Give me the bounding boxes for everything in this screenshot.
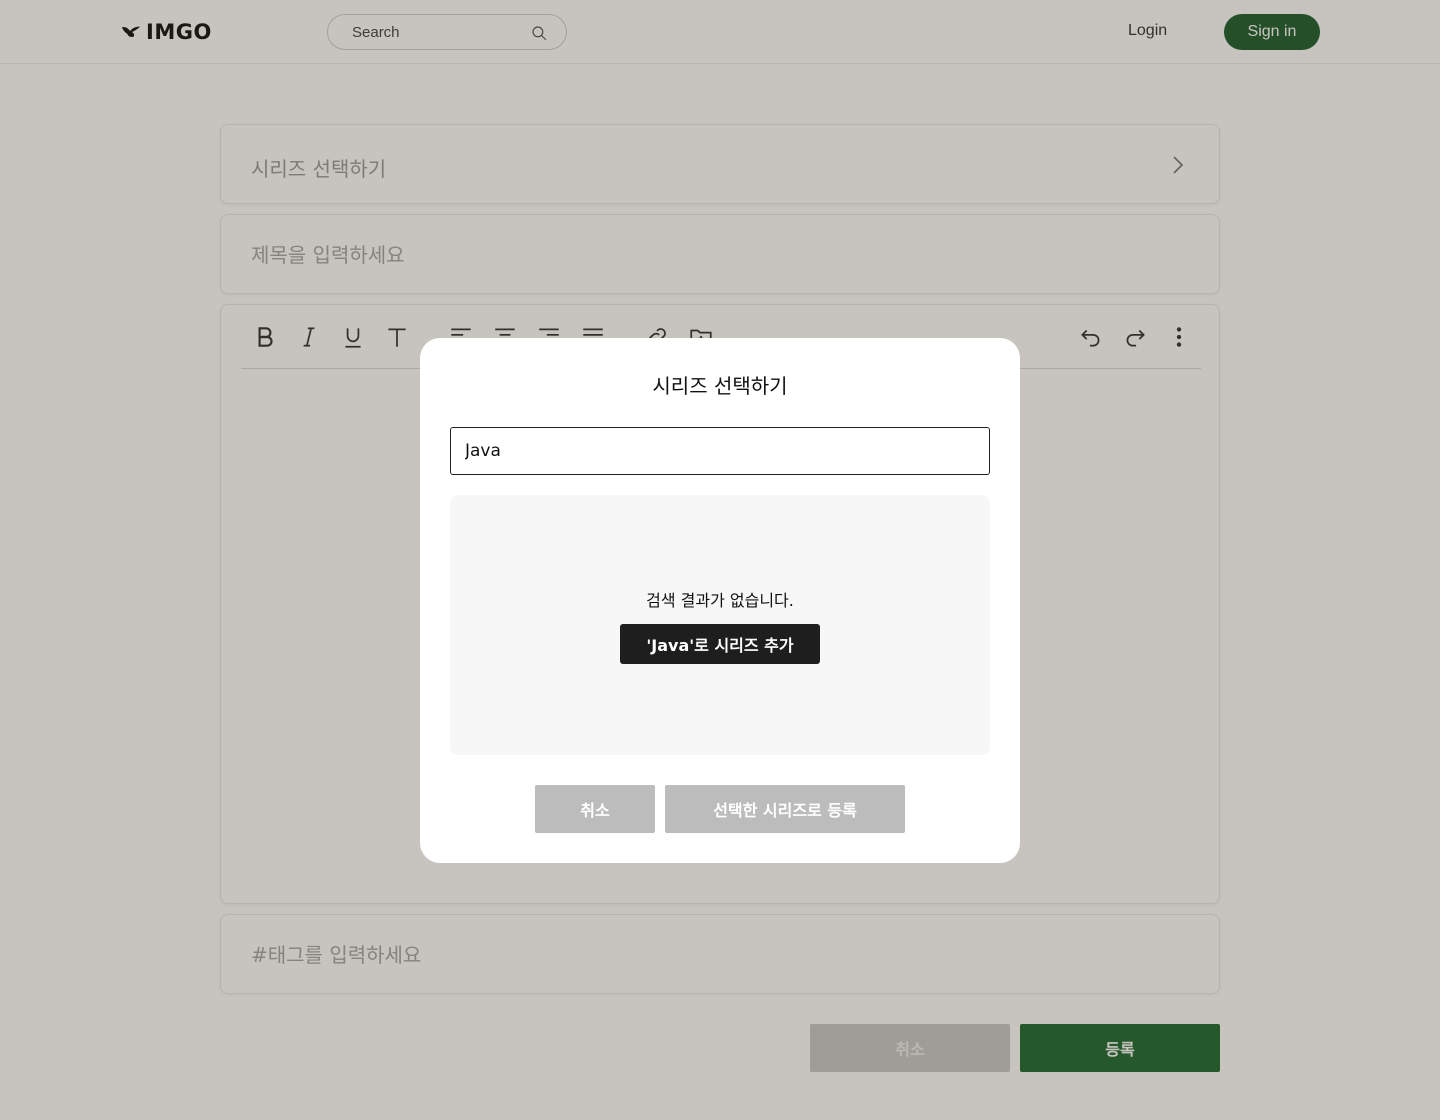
modal-title: 시리즈 선택하기 xyxy=(652,374,788,398)
search-results-panel: 검색 결과가 없습니다. 'Java'로 시리즈 추가 xyxy=(450,495,990,755)
series-select-modal: 시리즈 선택하기 검색 결과가 없습니다. 'Java'로 시리즈 추가 취소 … xyxy=(420,338,1020,863)
empty-results-message: 검색 결과가 없습니다. xyxy=(646,591,794,610)
modal-cancel-button[interactable]: 취소 xyxy=(535,785,655,833)
series-search-input[interactable] xyxy=(450,427,990,475)
register-selected-series-button[interactable]: 선택한 시리즈로 등록 xyxy=(665,785,905,833)
add-series-button[interactable]: 'Java'로 시리즈 추가 xyxy=(620,624,820,664)
